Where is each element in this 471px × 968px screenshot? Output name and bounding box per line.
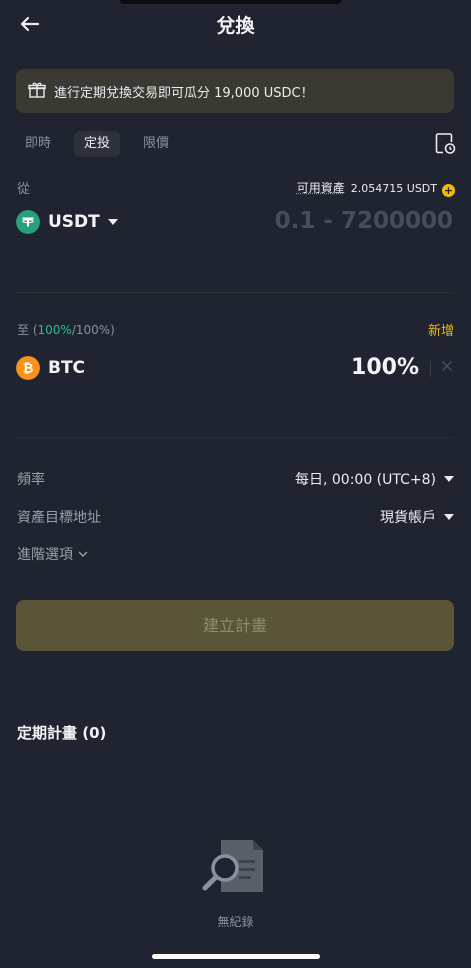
tab-recurring[interactable]: 定投 [74, 131, 121, 157]
plans-title: 定期計畫 (0) [17, 724, 107, 742]
target-select[interactable]: 現貨帳戶 [380, 507, 454, 527]
allocation-percent[interactable]: 100% [351, 355, 419, 380]
divider [430, 361, 431, 377]
svg-text:₿: ₿ [23, 362, 34, 377]
no-records-icon [202, 840, 263, 892]
chevron-down-icon [444, 476, 454, 482]
advanced-options-toggle[interactable]: 進階選項 [17, 544, 89, 564]
target-label: 資產目標地址 [17, 510, 101, 526]
to-label-suffix: /100%) [71, 323, 115, 337]
divider [16, 292, 454, 293]
add-coin-link[interactable]: 新增 [428, 320, 454, 339]
promo-banner[interactable]: 進行定期兌換交易即可瓜分 19,000 USDC！ [16, 69, 454, 113]
to-coin-row[interactable]: ₿ BTC [16, 356, 85, 380]
add-funds-icon[interactable]: + [442, 184, 455, 197]
from-coin-selector[interactable]: USDT [16, 210, 118, 234]
chevron-down-icon [107, 219, 118, 225]
btc-icon: ₿ [16, 356, 40, 380]
available-balance: 可用資產 2.054715 USDT + [297, 179, 455, 197]
to-coin-symbol: BTC [48, 358, 86, 378]
empty-state-text: 無紀錄 [217, 915, 254, 929]
available-label: 可用資產 [296, 181, 345, 195]
advanced-label: 進階選項 [17, 547, 73, 563]
status-notch [120, 0, 342, 4]
page-title: 兌換 [216, 15, 255, 37]
banner-text: 進行定期兌換交易即可瓜分 19,000 USDC！ [54, 86, 314, 101]
target-value: 現貨帳戶 [380, 510, 436, 526]
available-value: 2.054715 USDT [350, 182, 437, 195]
divider [16, 437, 454, 438]
to-label-prefix: 至 ( [17, 323, 38, 337]
to-label-pct: 100% [37, 323, 72, 337]
frequency-label: 頻率 [17, 472, 45, 488]
usdt-icon [16, 210, 40, 234]
tab-instant[interactable]: 即時 [15, 131, 61, 157]
chevron-down-icon [444, 514, 454, 520]
from-coin-symbol: USDT [48, 212, 100, 232]
history-icon[interactable] [433, 131, 457, 155]
to-label: 至 (100%/100%) [17, 321, 115, 338]
frequency-value: 每日, 00:00 (UTC+8) [294, 472, 436, 488]
chevron-down-icon [78, 551, 88, 557]
home-indicator [152, 954, 320, 959]
close-icon[interactable] [441, 360, 453, 372]
frequency-select[interactable]: 每日, 00:00 (UTC+8) [295, 469, 454, 489]
gift-icon [28, 82, 46, 98]
from-amount-input[interactable]: 0.1 - 7200000 [275, 208, 453, 234]
from-label: 從 [17, 182, 31, 197]
tab-limit[interactable]: 限價 [133, 131, 179, 157]
create-plan-button[interactable]: 建立計畫 [16, 600, 454, 651]
